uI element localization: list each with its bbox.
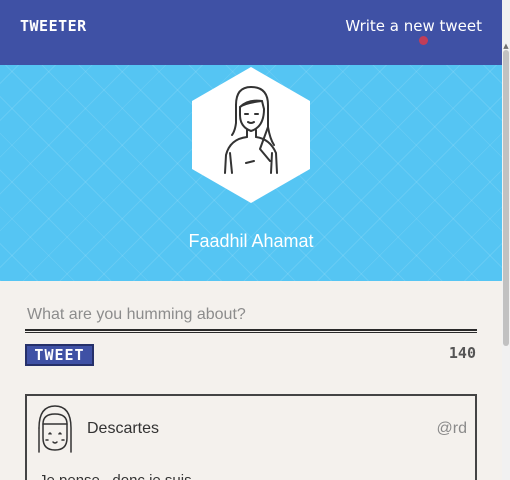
write-new-tweet-link[interactable]: Write a new tweet [345, 17, 482, 35]
page: TWEETER Write a new tweet Faadhil Ahamat… [0, 0, 502, 480]
profile-header: Faadhil Ahamat [0, 65, 502, 281]
tweet-author-handle[interactable]: @rd [437, 420, 467, 438]
tweet-author-name[interactable]: Descartes [87, 420, 159, 438]
profile-username: Faadhil Ahamat [188, 231, 314, 251]
tweet-compose-input[interactable] [25, 302, 476, 328]
profile-avatar [192, 67, 310, 203]
composer-divider [25, 329, 477, 331]
scrollbar-thumb[interactable] [503, 50, 509, 346]
tweet-text: Je pense , donc je suis [39, 472, 192, 480]
girl-avatar-icon [38, 405, 72, 453]
scroll-up-arrow-icon[interactable]: ▲ [502, 42, 510, 50]
tweet-card: Descartes @rd Je pense , donc je suis [25, 394, 477, 480]
composer-divider-thin [25, 332, 477, 333]
character-counter: 140 [448, 344, 476, 362]
brand-logo[interactable]: TWEETER [20, 17, 87, 35]
tweet-button[interactable]: TWEET [25, 344, 94, 366]
top-nav: TWEETER Write a new tweet [0, 0, 502, 65]
cursor-indicator [419, 36, 428, 45]
